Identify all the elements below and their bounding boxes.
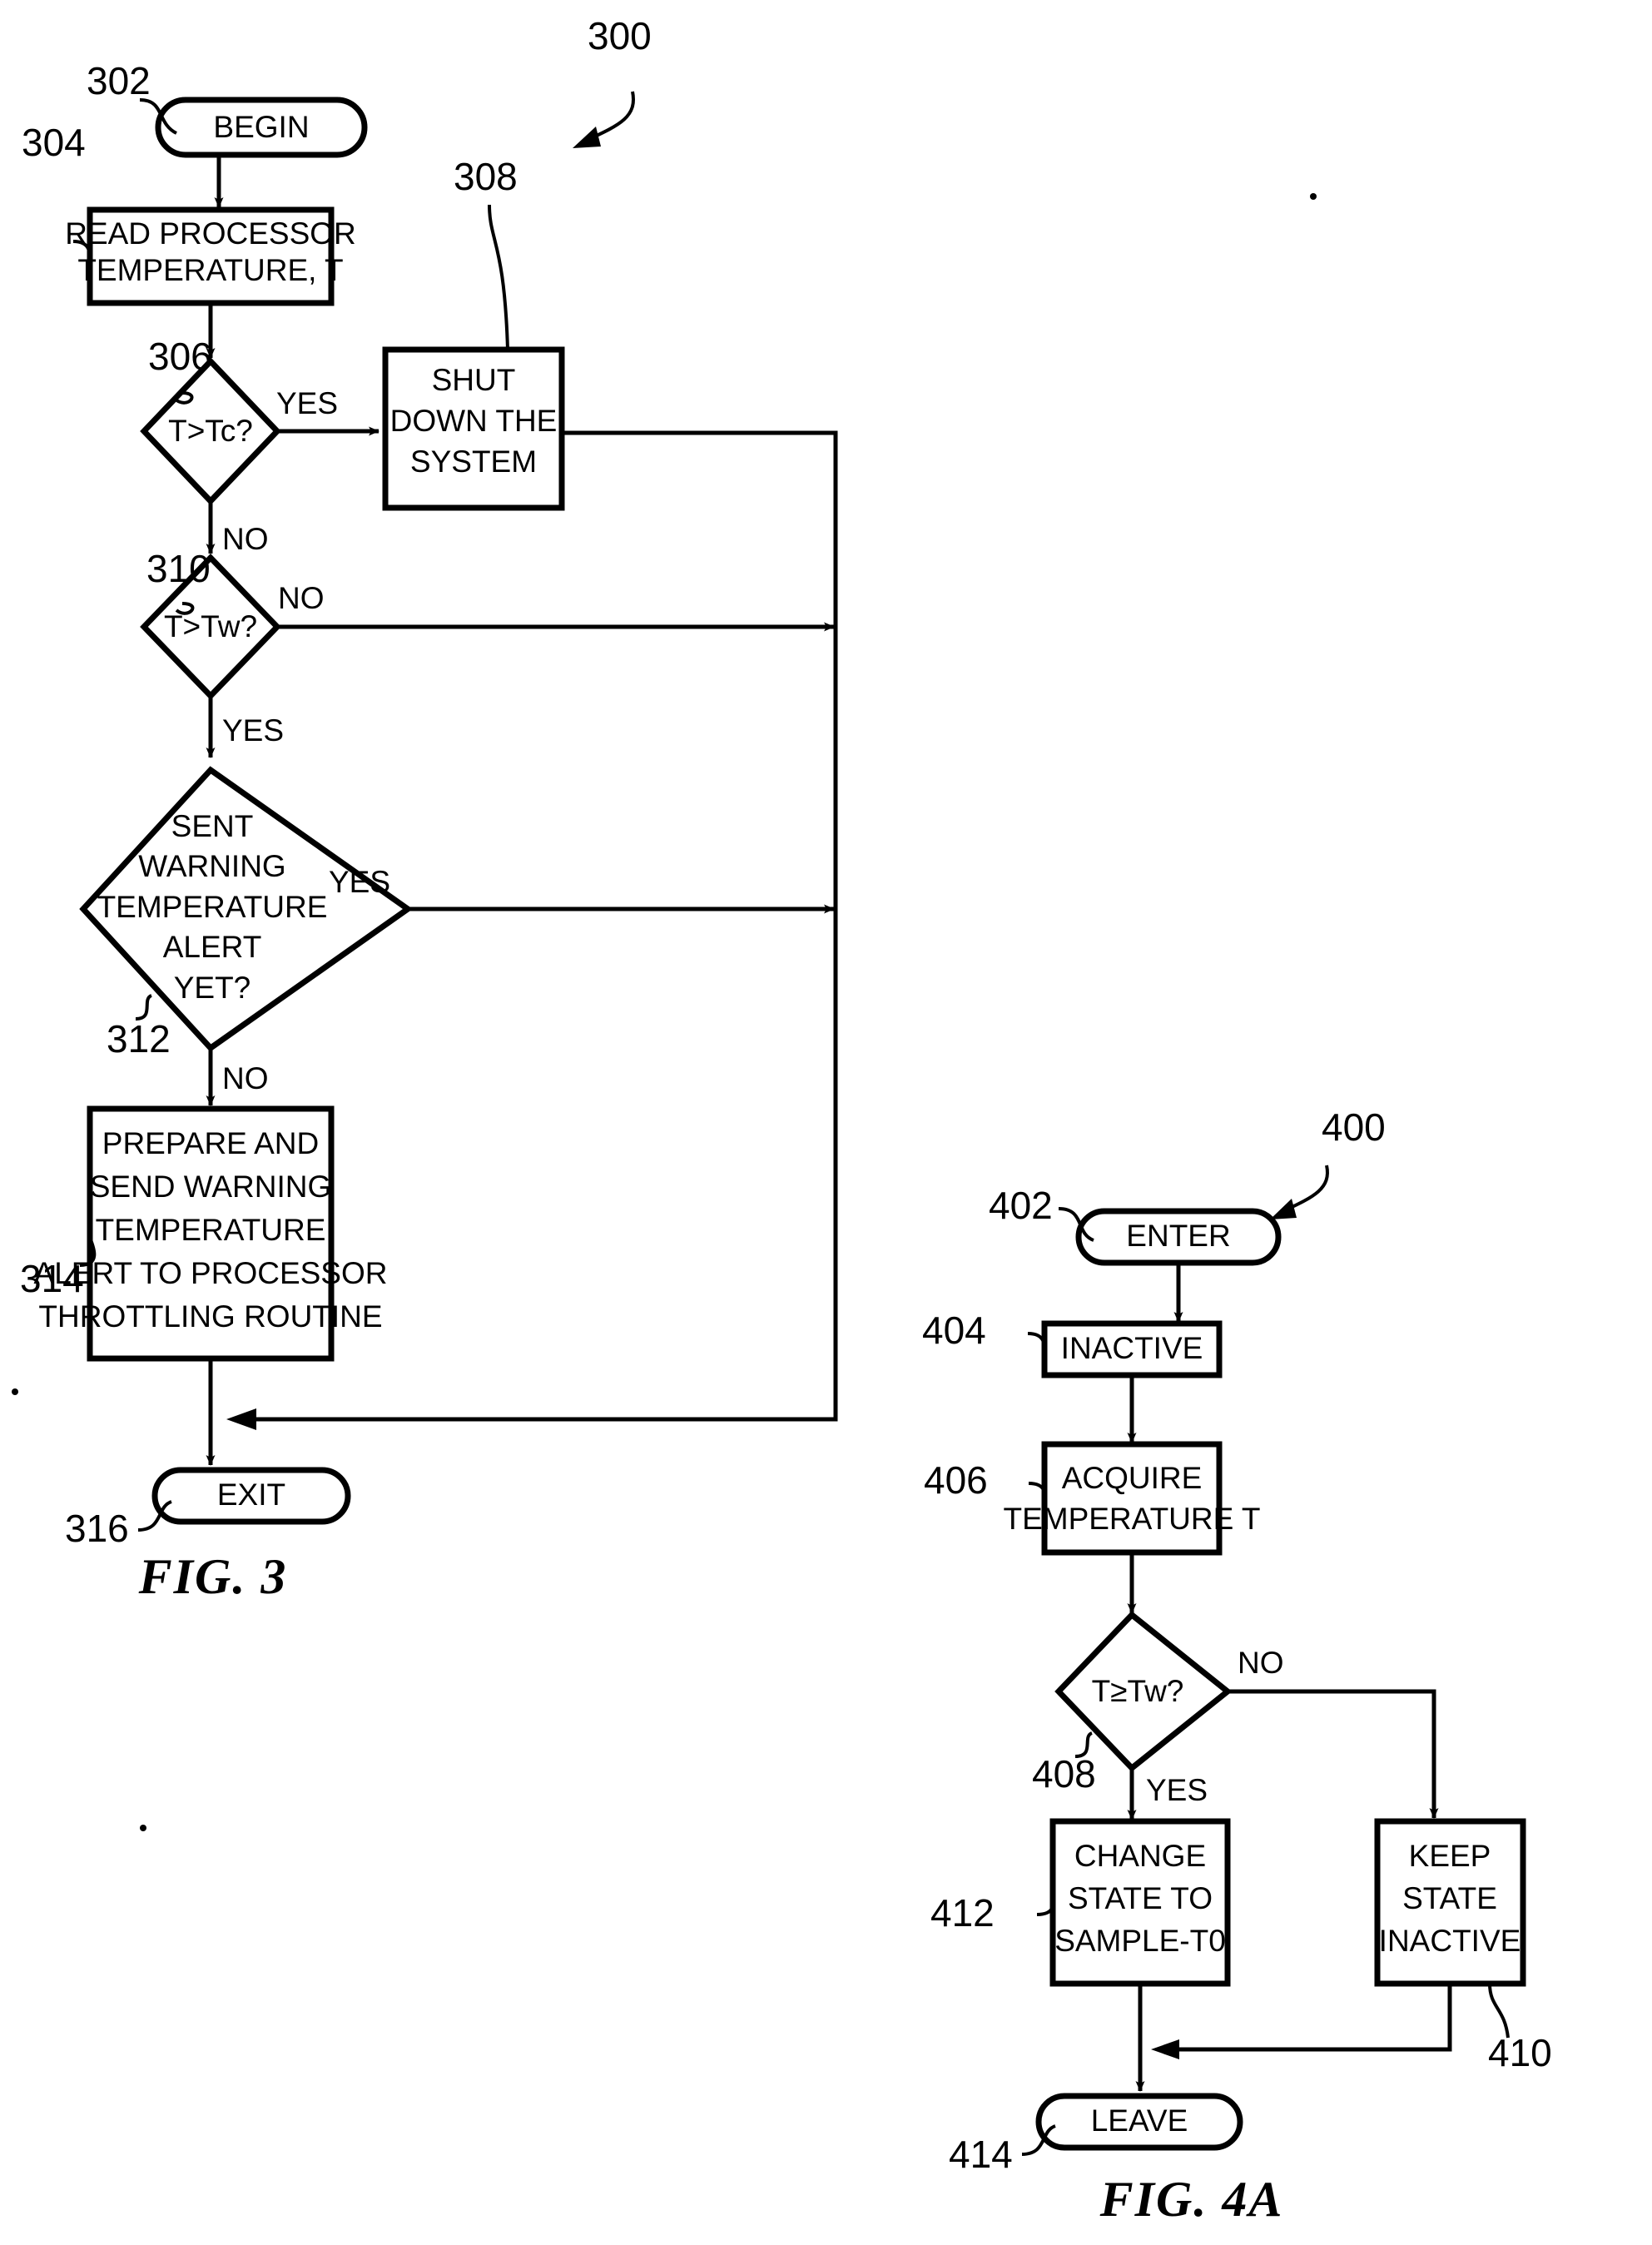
figure-caption-fig3: FIG. 3 — [138, 1549, 288, 1604]
node-406-line-1: ACQUIRE — [1062, 1461, 1203, 1495]
node-312-line-3: TEMPERATURE — [97, 890, 328, 924]
ref-306: 306 — [148, 335, 212, 378]
node-312-line-4: ALERT — [163, 930, 262, 964]
ref-308-leader — [488, 204, 509, 350]
node-316-label: EXIT — [217, 1478, 285, 1512]
node-410-line-3: INACTIVE — [1379, 1924, 1521, 1958]
edge-410-to-merge — [1170, 1984, 1452, 2052]
ref-402: 402 — [989, 1184, 1053, 1227]
node-312-line-2: WARNING — [138, 849, 285, 883]
node-402-enter[interactable]: ENTER — [1075, 1208, 1282, 1266]
flowchart-canvas: 300 BEGIN 302 READ PROCESSOR TEMPERATURE… — [12, 14, 1552, 2227]
patent-drawing-sheet: 300 BEGIN 302 READ PROCESSOR TEMPERATURE… — [0, 0, 1652, 2245]
edge-label-310-no: NO — [278, 581, 325, 615]
node-414-leave[interactable]: LEAVE — [1035, 2093, 1243, 2151]
ref-312: 312 — [107, 1017, 171, 1060]
edge-label-312-no: NO — [222, 1061, 269, 1095]
ref-406: 406 — [924, 1458, 988, 1502]
diagram-ref-400: 400 — [1322, 1105, 1386, 1149]
node-404-inactive[interactable]: INACTIVE — [1041, 1320, 1223, 1378]
edge-408-no-to-410 — [1228, 1689, 1439, 1819]
node-304-read-processor-temperature[interactable]: READ PROCESSOR TEMPERATURE, T — [65, 206, 356, 306]
diagram-ref-400-callout — [1270, 1165, 1329, 1219]
ref-312-leader — [135, 994, 153, 1021]
ref-404: 404 — [922, 1309, 986, 1352]
ref-314: 314 — [20, 1257, 84, 1300]
node-308-line-1: SHUT — [432, 363, 516, 397]
ref-310: 310 — [146, 547, 211, 590]
node-412-line-3: SAMPLE-T0 — [1054, 1924, 1226, 1958]
node-408-label: T≥Tw? — [1092, 1674, 1184, 1708]
node-410-keep-state-inactive[interactable]: KEEP STATE INACTIVE — [1374, 1818, 1526, 1987]
node-302-label: BEGIN — [213, 110, 309, 144]
node-402-label: ENTER — [1126, 1219, 1230, 1253]
node-410-line-2: STATE — [1402, 1881, 1497, 1915]
diagram-ref-300-callout — [573, 91, 635, 148]
node-312-decision-sent-warning-alert-yet[interactable]: SENT WARNING TEMPERATURE ALERT YET? — [79, 766, 414, 1052]
edge-label-312-yes: YES — [329, 865, 390, 899]
node-312-line-1: SENT — [171, 809, 254, 843]
node-406-acquire-temperature[interactable]: ACQUIRE TEMPERATURE T — [1003, 1441, 1261, 1556]
node-414-label: LEAVE — [1091, 2103, 1188, 2138]
ref-316: 316 — [65, 1507, 129, 1550]
node-302-begin[interactable]: BEGIN — [155, 97, 368, 158]
ref-408: 408 — [1032, 1752, 1096, 1796]
scan-speck-bottom-left — [140, 1825, 146, 1831]
node-304-line-2: TEMPERATURE, T — [77, 253, 343, 287]
node-314-prepare-send-warning-alert[interactable]: PREPARE AND SEND WARNING TEMPERATURE ALE… — [34, 1105, 388, 1362]
node-404-label: INACTIVE — [1061, 1331, 1203, 1365]
node-304-line-1: READ PROCESSOR — [65, 216, 356, 251]
node-412-line-1: CHANGE — [1074, 1839, 1206, 1873]
node-314-line-4: ALERT TO PROCESSOR — [34, 1256, 388, 1290]
node-316-exit[interactable]: EXIT — [151, 1467, 351, 1525]
edge-label-408-yes: YES — [1146, 1773, 1208, 1807]
scan-speck-right — [1310, 193, 1317, 200]
merge-arrowhead-fig4a — [1151, 2039, 1179, 2059]
node-308-line-3: SYSTEM — [410, 445, 537, 479]
edge-label-306-no: NO — [222, 522, 269, 556]
node-412-line-2: STATE TO — [1068, 1881, 1213, 1915]
figure-caption-fig4a: FIG. 4A — [1099, 2172, 1284, 2227]
node-406-line-2: TEMPERATURE T — [1003, 1502, 1260, 1536]
node-408-decision-t-ge-tw[interactable]: T≥Tw? — [1054, 1611, 1233, 1772]
node-308-shut-down-system[interactable]: SHUT DOWN THE SYSTEM — [382, 346, 565, 511]
node-312-line-5: YET? — [174, 971, 251, 1005]
node-314-line-1: PREPARE AND — [102, 1126, 319, 1160]
ref-302: 302 — [87, 59, 151, 102]
edge-label-306-yes: YES — [276, 386, 338, 420]
diagram-ref-300: 300 — [588, 14, 652, 57]
node-310-label: T>Tw? — [164, 609, 257, 643]
node-314-line-5: THROTTLING ROUTINE — [38, 1299, 382, 1334]
edge-label-408-no: NO — [1238, 1646, 1284, 1680]
ref-304: 304 — [22, 121, 86, 164]
node-412-change-state-sample-t0[interactable]: CHANGE STATE TO SAMPLE-T0 — [1049, 1818, 1231, 1987]
node-410-line-1: KEEP — [1409, 1839, 1491, 1873]
node-306-label: T>Tc? — [168, 414, 253, 448]
node-314-line-2: SEND WARNING — [90, 1170, 332, 1204]
return-rail-arrowhead — [226, 1408, 256, 1430]
ref-414: 414 — [949, 2133, 1013, 2176]
ref-410-leader — [1488, 1983, 1510, 2039]
ref-410: 410 — [1488, 2031, 1552, 2074]
node-314-line-3: TEMPERATURE — [96, 1213, 326, 1247]
scan-speck-left — [12, 1388, 18, 1395]
edge-label-310-yes: YES — [222, 713, 284, 748]
ref-412: 412 — [930, 1891, 995, 1935]
ref-308: 308 — [454, 155, 518, 198]
node-308-line-2: DOWN THE — [390, 404, 558, 438]
